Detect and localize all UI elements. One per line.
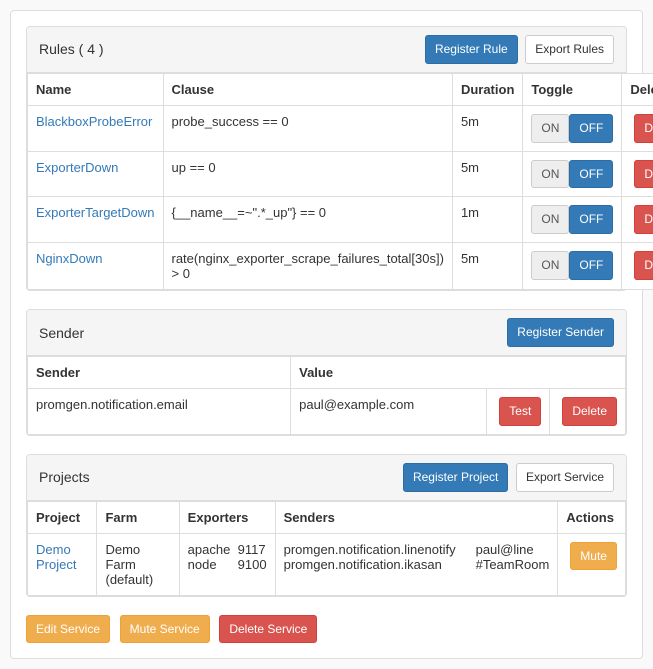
rule-clause: {__name__=~".*_up"} == 0 <box>163 197 452 243</box>
rules-header: Rules ( 4 ) Register Rule Export Rules <box>27 27 626 73</box>
project-sender-value: #TeamRoom <box>476 557 550 572</box>
rules-col-toggle: Toggle <box>523 73 622 105</box>
projects-col-project: Project <box>28 501 97 533</box>
projects-col-farm: Farm <box>97 501 179 533</box>
rule-name-link[interactable]: ExporterTargetDown <box>36 205 155 220</box>
delete-rule-button[interactable]: Delete <box>634 114 653 143</box>
exporter-port: 9117 <box>238 542 266 557</box>
rule-name-link[interactable]: ExporterDown <box>36 160 118 175</box>
toggle-off-button[interactable]: OFF <box>569 114 613 143</box>
service-actions: Edit Service Mute Service Delete Service <box>26 615 627 644</box>
project-sender-name: promgen.notification.ikasan <box>284 557 470 572</box>
export-rules-button[interactable]: Export Rules <box>525 35 614 64</box>
delete-rule-button[interactable]: Delete <box>634 205 653 234</box>
project-sender-value: paul@line <box>476 542 534 557</box>
rule-duration: 1m <box>452 197 522 243</box>
sender-value: paul@example.com <box>291 388 487 434</box>
table-row: Demo Project Demo Farm (default) apache 911… <box>28 533 626 595</box>
register-project-button[interactable]: Register Project <box>403 463 508 492</box>
sender-name: promgen.notification.email <box>28 388 291 434</box>
table-row: ExporterDown up == 05m ONOFF Delete <box>28 151 653 197</box>
projects-panel: Projects Register Project Export Service… <box>26 454 627 597</box>
project-senders: promgen.notification.linenotify paul@line… <box>275 533 558 595</box>
exporter-name: apache <box>188 542 234 557</box>
projects-col-senders: Senders <box>275 501 558 533</box>
rule-name-link[interactable]: BlackboxProbeError <box>36 114 152 129</box>
table-row: NginxDown rate(nginx_exporter_scrape_fail… <box>28 243 653 290</box>
toggle-off-button[interactable]: OFF <box>569 160 613 189</box>
edit-service-button[interactable]: Edit Service <box>26 615 110 644</box>
test-sender-button[interactable]: Test <box>499 397 541 426</box>
projects-table: Project Farm Exporters Senders Actions D… <box>27 501 626 596</box>
sender-panel: Sender Register Sender Sender Value prom… <box>26 309 627 436</box>
project-sender-row: promgen.notification.linenotify paul@line <box>284 542 550 557</box>
exporter-name: node <box>188 557 234 572</box>
rule-name-link[interactable]: NginxDown <box>36 251 102 266</box>
rules-col-name: Name <box>28 73 164 105</box>
export-service-button[interactable]: Export Service <box>516 463 614 492</box>
toggle-off-button[interactable]: OFF <box>569 251 613 280</box>
table-row: ExporterTargetDown {__name__=~".*_up"} ==… <box>28 197 653 243</box>
rule-duration: 5m <box>452 151 522 197</box>
register-sender-button[interactable]: Register Sender <box>507 318 614 347</box>
table-row: BlackboxProbeError probe_success == 05m ON… <box>28 105 653 151</box>
project-exporters: apache 9117 node 9100 <box>179 533 275 595</box>
toggle-off-button[interactable]: OFF <box>569 205 613 234</box>
table-row: promgen.notification.emailpaul@example.c… <box>28 388 626 434</box>
rules-col-clause: Clause <box>163 73 452 105</box>
rules-table: Name Clause Duration Toggle Delete Black… <box>27 73 653 290</box>
project-sender-row: promgen.notification.ikasan #TeamRoom <box>284 557 550 572</box>
toggle-on-button[interactable]: ON <box>531 251 569 280</box>
project-name-link[interactable]: Demo Project <box>36 542 76 572</box>
toggle-on-button[interactable]: ON <box>531 205 569 234</box>
register-rule-button[interactable]: Register Rule <box>425 35 518 64</box>
sender-table: Sender Value promgen.notification.emailp… <box>27 356 626 435</box>
project-farm: Demo Farm (default) <box>97 533 179 595</box>
sender-col-value: Value <box>291 356 626 388</box>
exporter-row: apache 9117 <box>188 542 267 557</box>
rules-title: Rules ( 4 ) <box>39 41 104 57</box>
delete-rule-button[interactable]: Delete <box>634 160 653 189</box>
projects-title: Projects <box>39 469 90 485</box>
rule-clause: probe_success == 0 <box>163 105 452 151</box>
rules-col-delete: Delete <box>622 73 653 105</box>
projects-header: Projects Register Project Export Service <box>27 455 626 501</box>
exporter-row: node 9100 <box>188 557 267 572</box>
rule-clause: up == 0 <box>163 151 452 197</box>
delete-rule-button[interactable]: Delete <box>634 251 653 280</box>
project-sender-name: promgen.notification.linenotify <box>284 542 470 557</box>
toggle-on-button[interactable]: ON <box>531 114 569 143</box>
sender-header: Sender Register Sender <box>27 310 626 356</box>
delete-service-button[interactable]: Delete Service <box>219 615 317 644</box>
mute-service-button[interactable]: Mute Service <box>120 615 210 644</box>
delete-sender-button[interactable]: Delete <box>562 397 617 426</box>
rule-duration: 5m <box>452 105 522 151</box>
projects-col-actions: Actions <box>558 501 626 533</box>
exporter-port: 9100 <box>238 557 267 572</box>
rules-panel: Rules ( 4 ) Register Rule Export Rules N… <box>26 26 627 291</box>
projects-col-exporters: Exporters <box>179 501 275 533</box>
rules-col-duration: Duration <box>452 73 522 105</box>
mute-project-button[interactable]: Mute <box>570 542 617 571</box>
toggle-on-button[interactable]: ON <box>531 160 569 189</box>
rule-clause: rate(nginx_exporter_scrape_failures_tota… <box>163 243 452 290</box>
sender-title: Sender <box>39 325 84 341</box>
sender-col-sender: Sender <box>28 356 291 388</box>
rule-duration: 5m <box>452 243 522 290</box>
